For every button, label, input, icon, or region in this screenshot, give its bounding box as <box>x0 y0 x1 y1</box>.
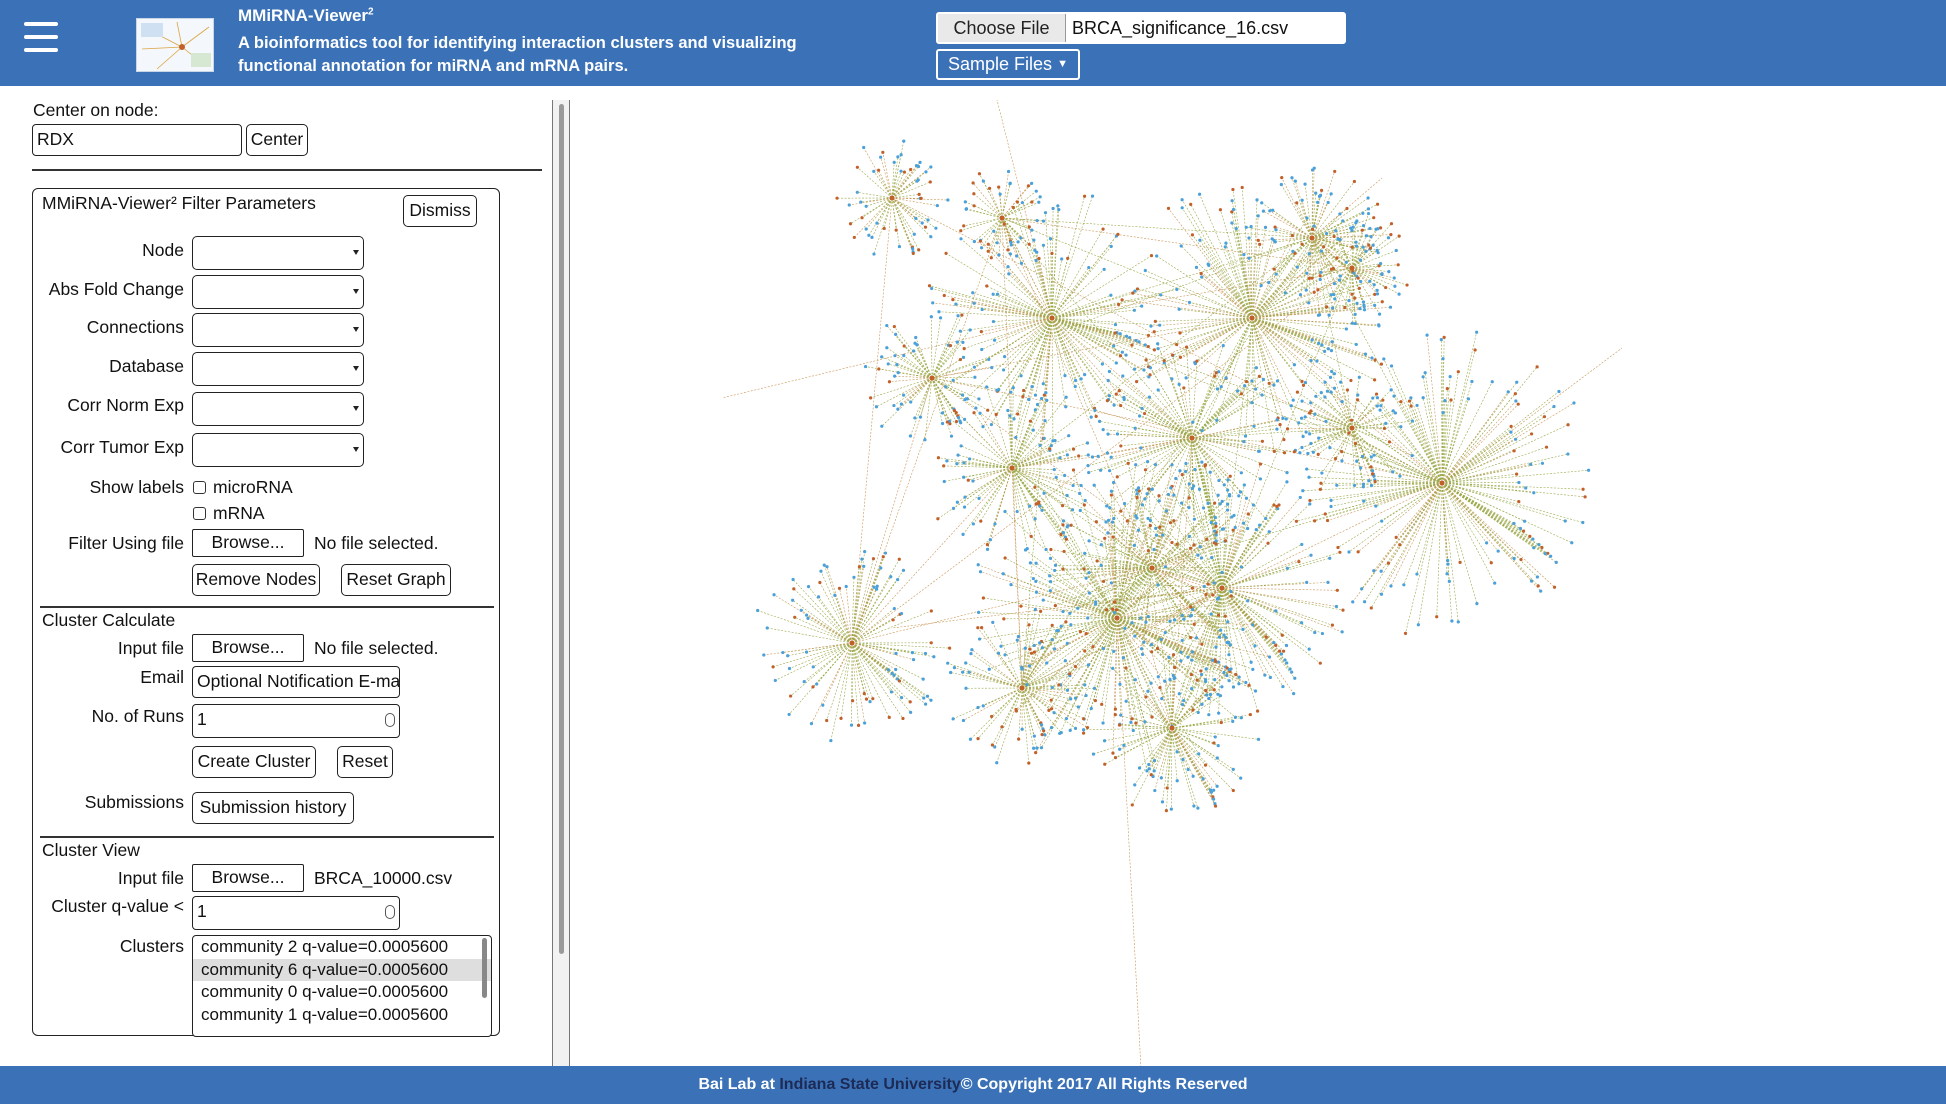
filter-file-label: Filter Using file <box>68 533 184 553</box>
chevron-down-icon <box>353 327 359 332</box>
center-button[interactable]: Center <box>246 124 308 156</box>
network-graph[interactable] <box>572 88 1942 1089</box>
footer-lab: Bai Lab at <box>698 1076 780 1093</box>
clusters-listbox[interactable]: community 2 q-value=0.0005600 community … <box>192 935 492 1037</box>
app-title: MMiRNA-Viewer2 <box>238 6 374 25</box>
runs-input[interactable]: 1 <box>192 704 400 738</box>
divider <box>40 606 494 608</box>
remove-nodes-button[interactable]: Remove Nodes <box>192 564 320 596</box>
number-stepper-icon[interactable] <box>385 905 395 919</box>
cluster-calculate-title: Cluster Calculate <box>42 610 176 630</box>
footer: Bai Lab at Indiana State University© Cop… <box>0 1066 1946 1104</box>
choose-file-button[interactable]: Choose File <box>938 14 1066 42</box>
cluster-input-file-label: Input file <box>117 638 184 658</box>
filter-panel-title: MMiRNA-Viewer² Filter Parameters <box>42 193 316 213</box>
cluster-input-browse-button[interactable]: Browse... <box>192 634 304 662</box>
cluster-option[interactable]: community 2 q-value=0.0005600 <box>193 936 491 959</box>
chevron-down-icon <box>353 366 359 371</box>
submissions-label: Submissions <box>84 792 184 812</box>
cluster-option[interactable]: community 0 q-value=0.0005600 <box>193 981 491 1004</box>
cluster-view-browse-button[interactable]: Browse... <box>192 864 304 892</box>
reset-graph-button[interactable]: Reset Graph <box>341 564 451 596</box>
qvalue-input[interactable]: 1 <box>192 896 400 930</box>
abs-fold-change-select[interactable] <box>192 275 364 309</box>
runs-label: No. of Runs <box>91 706 184 726</box>
divider <box>40 836 494 838</box>
email-label: Email <box>140 667 184 687</box>
microrna-checkbox[interactable] <box>193 481 206 494</box>
connections-label: Connections <box>86 317 184 337</box>
clusters-scrollbar[interactable] <box>482 938 487 998</box>
clusters-label: Clusters <box>119 936 184 956</box>
connections-select[interactable] <box>192 313 364 347</box>
panel-scrollbar[interactable] <box>559 104 564 954</box>
filter-file-status: No file selected. <box>314 533 439 553</box>
cluster-option[interactable]: community 6 q-value=0.0005600 <box>193 958 491 981</box>
number-stepper-icon[interactable] <box>385 713 395 727</box>
chevron-down-icon <box>353 250 359 255</box>
app-header: MMiRNA-Viewer2 A bioinformatics tool for… <box>0 0 1946 86</box>
center-node-input[interactable]: RDX <box>32 124 242 156</box>
node-filter-select[interactable] <box>192 236 364 270</box>
network-graph-canvas[interactable] <box>572 88 1942 1089</box>
corr-tumor-exp-select[interactable] <box>192 433 364 467</box>
corr-norm-exp-select[interactable] <box>192 392 364 426</box>
panel-splitter[interactable] <box>552 100 570 1066</box>
sample-files-dropdown[interactable]: Sample Files ▼ <box>936 49 1080 80</box>
abs-fold-change-label: Abs Fold Change <box>48 279 184 299</box>
database-select[interactable] <box>192 352 364 386</box>
cluster-option[interactable]: community 1 q-value=0.0005600 <box>193 1004 491 1027</box>
node-filter-label: Node <box>142 240 184 260</box>
caret-down-icon: ▼ <box>1057 58 1068 70</box>
menu-icon[interactable] <box>24 22 58 52</box>
show-labels-label: Show labels <box>89 477 184 497</box>
mrna-label: mRNA <box>213 503 265 523</box>
sample-files-label: Sample Files <box>948 54 1053 74</box>
filter-file-browse-button[interactable]: Browse... <box>192 529 304 557</box>
qvalue-label: Cluster q-value < <box>51 896 184 916</box>
cluster-view-file-name: BRCA_10000.csv <box>314 868 453 888</box>
email-input[interactable]: Optional Notification E-mail <box>192 666 400 698</box>
microrna-label: microRNA <box>213 477 293 497</box>
cluster-view-title: Cluster View <box>42 840 140 860</box>
runs-value: 1 <box>197 709 207 729</box>
qvalue-value: 1 <box>197 901 207 921</box>
chosen-file-name: BRCA_significance_16.csv <box>1072 18 1289 38</box>
footer-copyright: © Copyright 2017 All Rights Reserved <box>960 1076 1248 1093</box>
corr-tumor-exp-label: Corr Tumor Exp <box>60 437 185 457</box>
app-logo <box>136 18 214 72</box>
chevron-down-icon <box>353 289 359 294</box>
chevron-down-icon <box>353 406 359 411</box>
reset-button[interactable]: Reset <box>337 746 393 778</box>
corr-norm-exp-label: Corr Norm Exp <box>67 395 184 415</box>
cluster-input-file-status: No file selected. <box>314 638 439 658</box>
control-panel: Center on node: RDX Center MMiRNA-Viewer… <box>0 92 552 1062</box>
cluster-view-input-label: Input file <box>117 868 184 888</box>
chevron-down-icon <box>353 447 359 452</box>
submission-history-button[interactable]: Submission history <box>192 792 354 824</box>
network-edges <box>721 99 1623 1089</box>
center-node-label: Center on node: <box>33 100 159 120</box>
create-cluster-button[interactable]: Create Cluster <box>192 746 316 778</box>
divider <box>32 169 542 171</box>
database-label: Database <box>109 356 184 376</box>
dismiss-button[interactable]: Dismiss <box>403 195 477 227</box>
graph-file-picker: Choose File BRCA_significance_16.csv <box>936 12 1346 44</box>
footer-university-link[interactable]: Indiana State University <box>779 1076 960 1093</box>
mrna-checkbox[interactable] <box>193 507 206 520</box>
app-description: A bioinformatics tool for identifying in… <box>238 34 797 75</box>
